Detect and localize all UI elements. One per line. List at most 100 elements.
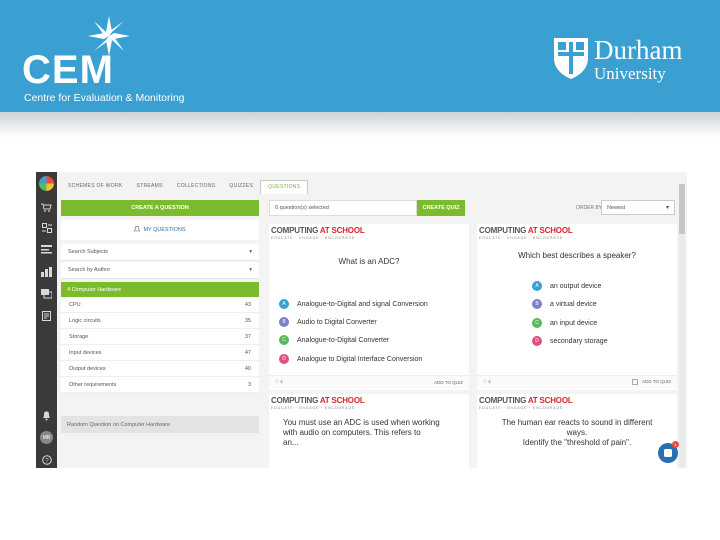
durham-logo: Durham University (552, 34, 702, 96)
checkbox[interactable] (632, 379, 639, 385)
logo-icon[interactable] (39, 176, 54, 191)
answer-letter: C (532, 318, 542, 328)
bell-icon[interactable] (40, 410, 53, 421)
cas-tagline: EDUCATE · ENGAGE · ENCOURAGE (271, 236, 356, 240)
tab-schemes-of-work[interactable]: SCHEMES OF WORK (61, 180, 130, 194)
create-question-button[interactable]: CREATE A QUESTION (61, 200, 259, 216)
shield-icon (554, 38, 588, 79)
tab-streams[interactable]: STREAMS (130, 180, 170, 194)
question-line: an... (283, 438, 299, 447)
answer-text: Analogue-to-Digital and signal Conversio… (297, 300, 428, 308)
answer-letter: D (532, 336, 542, 346)
answer-text: an input device (550, 319, 598, 327)
cas-logo: COMPUTING AT SCHOOL (271, 396, 365, 405)
subjects-select[interactable]: Search Subjects ▾ (61, 244, 259, 261)
answer-option: D Analogue to Digital Interface Conversio… (279, 353, 422, 365)
question-text: What is an ADC? (338, 257, 400, 266)
brand-text: COMPUTING (271, 396, 319, 405)
create-quiz-button[interactable]: CREATE QUIZ (417, 200, 465, 216)
answer-letter: D (279, 354, 289, 364)
filter-panel: CREATE A QUESTION MY QUESTIONS Search Su… (61, 200, 259, 468)
question-line: ways. (566, 428, 588, 437)
topic-item[interactable]: Logic circuits 35 (61, 313, 259, 329)
topic-item[interactable]: Other requirements 3 (61, 377, 259, 393)
brand-accent: AT SCHOOL (527, 396, 573, 405)
help-icon[interactable]: ? (40, 454, 53, 465)
card-footer: ♡ 2 ADD TO QUIZ (477, 375, 677, 388)
scrollbar-thumb[interactable] (679, 184, 685, 234)
topic-label: Storage (69, 333, 89, 340)
question-card[interactable]: COMPUTING AT SCHOOL EDUCATE · ENGAGE · E… (269, 394, 469, 468)
topic-count: 35 (244, 317, 251, 324)
like-button[interactable]: ♡ 2 (483, 379, 491, 385)
add-to-quiz-button[interactable]: ADD TO QUIZ (632, 379, 671, 385)
chevron-down-icon: ▾ (249, 249, 252, 255)
cart-icon[interactable] (40, 202, 53, 213)
topic-item[interactable]: Input devices 47 (61, 345, 259, 361)
like-button[interactable]: ♡ 2 (275, 379, 283, 385)
question-card[interactable]: COMPUTING AT SCHOOL EDUCATE · ENGAGE · E… (269, 224, 469, 390)
tab-collections[interactable]: COLLECTIONS (170, 180, 223, 194)
question-line: with audio on computers. This refers to (283, 428, 421, 437)
question-text: You must use an ADC is used when working… (283, 418, 467, 448)
like-count: 2 (488, 379, 491, 384)
answer-text: Analogue-to-Digital Converter (297, 336, 390, 344)
scrollbar[interactable] (679, 184, 685, 468)
header-banner: CEM Centre for Evaluation & Monitoring D… (0, 0, 720, 112)
order-by-label: ORDER BY (576, 205, 603, 211)
tab-questions[interactable]: QUESTIONS (260, 180, 309, 194)
cas-logo: COMPUTING AT SCHOOL (479, 396, 573, 405)
order-by-select[interactable]: Newest ▾ (601, 200, 675, 215)
chart-icon[interactable] (40, 266, 53, 277)
cas-logo: COMPUTING AT SCHOOL (271, 226, 365, 235)
topic-item[interactable]: CPU 43 (61, 297, 259, 313)
chevron-down-icon: ▾ (665, 205, 669, 211)
question-line: Identify the "threshold of pain". (522, 438, 632, 447)
topic-label: CPU (69, 301, 81, 308)
answer-letter: B (279, 317, 289, 327)
chat-bubble-icon (664, 449, 672, 457)
answer-letter: A (279, 299, 289, 309)
topic-item[interactable]: Output devices 40 (61, 361, 259, 377)
brand-text: COMPUTING (479, 226, 527, 235)
author-select[interactable]: Search by Author ▾ (61, 262, 259, 279)
topic-label: Output devices (69, 365, 106, 372)
brand-accent: AT SCHOOL (319, 396, 365, 405)
quiz-icon[interactable] (40, 222, 53, 233)
question-text: The human ear reacts to sound in differe… (477, 418, 677, 448)
topic-item[interactable]: Storage 37 (61, 329, 259, 345)
chat-icon[interactable] (40, 288, 53, 299)
answer-option: C Analogue-to-Digital Converter (279, 334, 389, 346)
add-to-quiz-button[interactable]: ADD TO QUIZ (434, 380, 463, 385)
topic-count: 47 (244, 349, 251, 356)
answer-text: an output device (550, 282, 602, 290)
topic-count: 3 (247, 381, 251, 388)
tab-quizzes[interactable]: QUIZZES (222, 180, 260, 194)
bell-outline-icon (134, 225, 141, 235)
question-card[interactable]: COMPUTING AT SCHOOL EDUCATE · ENGAGE · E… (477, 224, 677, 390)
topic-count: 43 (244, 301, 251, 308)
cas-tagline: EDUCATE · ENGAGE · ENCOURAGE (479, 236, 564, 240)
book-icon[interactable] (40, 310, 53, 321)
nav-tabs: SCHEMES OF WORK STREAMS COLLECTIONS QUIZ… (61, 180, 309, 194)
topic-count: 40 (244, 365, 251, 372)
question-card[interactable]: COMPUTING AT SCHOOL EDUCATE · ENGAGE · E… (477, 394, 677, 468)
banner-fade (0, 112, 720, 138)
answer-option: Dsecondary storage (532, 335, 608, 347)
add-to-quiz-label: ADD TO QUIZ (642, 379, 671, 385)
answer-option: A Analogue-to-Digital and signal Conversi… (279, 298, 428, 310)
category-header[interactable]: 4 Computer Hardware (61, 282, 259, 297)
topic-list: CPU 43 Logic circuits 35 Storage 37 Input d… (61, 297, 259, 393)
topic-count: 37 (244, 333, 251, 340)
my-questions-link[interactable]: MY QUESTIONS (61, 220, 259, 240)
answer-option: Aan output device (532, 280, 601, 292)
subjects-select-label: Search Subjects (68, 249, 109, 255)
answer-text: a virtual device (550, 300, 597, 308)
selection-status: 0 question(s) selected (269, 200, 417, 216)
cas-tagline: EDUCATE · ENGAGE · ENCOURAGE (271, 406, 356, 410)
list-icon[interactable] (40, 244, 53, 255)
avatar[interactable]: MB (40, 431, 53, 444)
question-text: Which best describes a speaker? (518, 251, 636, 260)
random-question-button[interactable]: Random Question on Computer Hardware (61, 416, 259, 433)
cas-logo: COMPUTING AT SCHOOL (479, 226, 573, 235)
